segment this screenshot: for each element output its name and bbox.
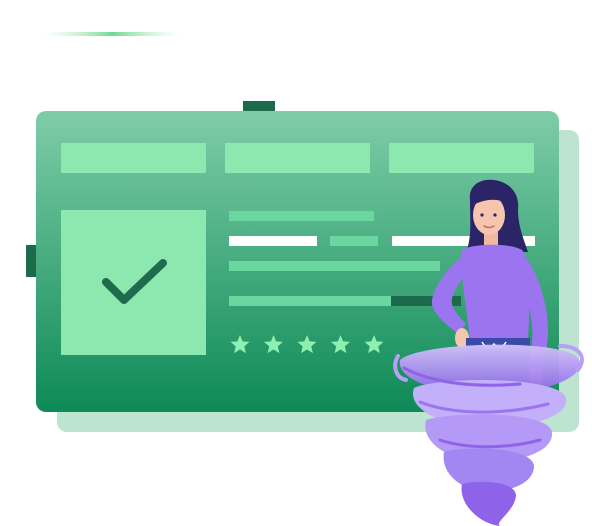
eye-right: [493, 213, 497, 217]
text-line-3: [229, 261, 440, 271]
illustration-svg: [26, 32, 584, 526]
text-line-2b: [330, 236, 378, 246]
eye-left: [480, 213, 484, 217]
progress-fill: [229, 296, 391, 306]
tornado-swirl-5: [461, 481, 516, 526]
progress-bar: [229, 296, 461, 306]
header-panel-2: [225, 143, 370, 173]
check-panel: [61, 210, 206, 355]
header-panel-3: [389, 143, 534, 173]
text-line-2a: [229, 236, 317, 246]
header-panel-1: [61, 143, 206, 173]
tornado-icon: [393, 344, 584, 526]
decor-line: [45, 32, 180, 36]
text-line-1: [229, 211, 374, 221]
illustration: [0, 0, 592, 526]
